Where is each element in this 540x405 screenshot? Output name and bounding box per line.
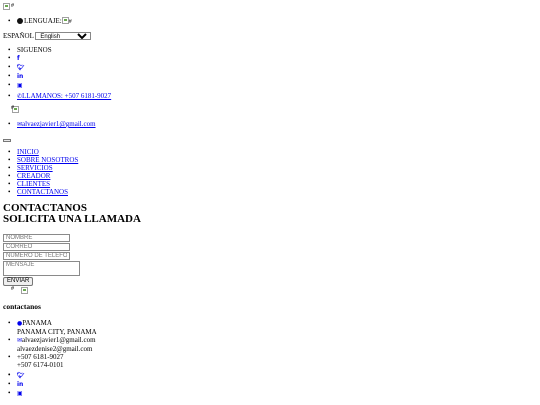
- footer-email-item: ✉alvaezjavier1@gmail.com alvaezdenise2@g…: [0, 336, 97, 353]
- footer-location-city: PANAMA CITY, PANAMA: [17, 328, 97, 336]
- social-list: SIGUENOS f 🐦︎ in ▣: [0, 46, 52, 90]
- email-link-text: alvaezjavier1@gmail.com: [22, 120, 96, 128]
- nav-item-contactanos: CONTACTANOS: [0, 188, 78, 196]
- twitter-icon[interactable]: 🐦︎: [17, 372, 25, 379]
- language-select[interactable]: English: [35, 32, 92, 40]
- facebook-icon[interactable]: f: [17, 55, 20, 62]
- footer-social-list: 🐦︎ in ▣: [0, 371, 25, 398]
- flag-icon: [61, 17, 69, 24]
- nav-item-sobre-nosotros: SOBRE NOSOTROS: [0, 156, 78, 164]
- social-item-twitter[interactable]: 🐦︎: [0, 63, 52, 72]
- logo-broken-marker: #: [11, 3, 14, 9]
- footer-social-twitter[interactable]: 🐦︎: [0, 371, 25, 380]
- globe-icon: [17, 18, 23, 24]
- menu-toggle-button[interactable]: [3, 139, 11, 142]
- footer-social-linkedin[interactable]: in: [0, 380, 25, 389]
- phone-link[interactable]: ✆LLAMANOS: +507 6181-9027: [17, 92, 111, 100]
- form-image-broken-marker: #: [11, 286, 14, 292]
- footer-email-1: alvaezjavier1@gmail.com: [22, 336, 96, 344]
- language-current: ESPAÑOL: [3, 32, 34, 40]
- footer-location: PANAMA: [22, 319, 52, 327]
- footer-title: contactanos: [3, 302, 41, 311]
- nav-link-contactanos[interactable]: CONTACTANOS: [17, 188, 68, 196]
- nav-item-clientes: CLIENTES: [0, 180, 78, 188]
- page-subtitle: SOLICITA UNA LLAMADA: [3, 213, 141, 225]
- social-label-item: SIGUENOS: [0, 46, 52, 54]
- phone-list: ✆LLAMANOS: +507 6181-9027: [0, 92, 111, 101]
- nav-item-servicios: SERVICIOS: [0, 164, 78, 172]
- phone-link-text: LLAMANOS: +507 6181-9027: [22, 92, 112, 100]
- nav-item-creador: CREADOR: [0, 172, 78, 180]
- social-item-facebook[interactable]: f: [0, 54, 52, 63]
- instagram-icon[interactable]: ▣: [17, 390, 23, 397]
- linkedin-icon[interactable]: in: [17, 73, 23, 80]
- language-switcher: ESPAÑOL English: [3, 32, 92, 40]
- email-list: ✉alvaezjavier1@gmail.com: [0, 120, 96, 129]
- main-nav: INICIO SOBRE NOSOTROS SERVICIOS CREADOR …: [0, 148, 78, 196]
- nav-link-sobre-nosotros[interactable]: SOBRE NOSOTROS: [17, 156, 78, 164]
- instagram-icon[interactable]: ▣: [17, 82, 23, 89]
- language-menu: LENGUAJE:#: [0, 17, 72, 26]
- footer-phone-2: +507 6174-0101: [17, 361, 64, 369]
- footer-location-item: ●PANAMA PANAMA CITY, PANAMA: [0, 319, 97, 336]
- social-item-instagram[interactable]: ▣: [0, 81, 52, 90]
- email-link[interactable]: ✉alvaezjavier1@gmail.com: [17, 120, 96, 128]
- footer-social-instagram[interactable]: ▣: [0, 389, 25, 398]
- social-label: SIGUENOS: [17, 46, 52, 54]
- nav-link-servicios[interactable]: SERVICIOS: [17, 164, 53, 172]
- nav-item-inicio: INICIO: [0, 148, 78, 156]
- message-textarea[interactable]: [3, 261, 80, 276]
- footer-contact-list: ●PANAMA PANAMA CITY, PANAMA ✉alvaezjavie…: [0, 319, 97, 369]
- twitter-icon[interactable]: 🐦︎: [17, 64, 25, 71]
- social-item-linkedin[interactable]: in: [0, 72, 52, 81]
- nav-link-inicio[interactable]: INICIO: [17, 148, 39, 156]
- submit-button[interactable]: ENVIAR: [3, 277, 34, 286]
- email-input[interactable]: [3, 243, 70, 251]
- header-image-broken-marker: #: [11, 105, 14, 111]
- logo-image: [3, 3, 10, 10]
- nav-link-clientes[interactable]: CLIENTES: [17, 180, 50, 188]
- phone-input[interactable]: [3, 252, 70, 260]
- phone-item: ✆LLAMANOS: +507 6181-9027: [0, 92, 111, 101]
- footer-phone-1: +507 6181-9027: [17, 353, 64, 361]
- email-item: ✉alvaezjavier1@gmail.com: [0, 120, 96, 129]
- footer-email-2: alvaezdenise2@gmail.com: [17, 345, 93, 353]
- language-label: LENGUAJE:: [24, 17, 62, 25]
- nav-link-creador[interactable]: CREADOR: [17, 172, 50, 180]
- linkedin-icon[interactable]: in: [17, 381, 23, 388]
- form-image: [20, 287, 28, 294]
- contact-form: ENVIAR: [3, 234, 80, 286]
- language-toggle[interactable]: LENGUAJE:#: [0, 17, 72, 26]
- name-input[interactable]: [3, 234, 70, 242]
- footer-phone-item: +507 6181-9027 +507 6174-0101: [0, 353, 97, 369]
